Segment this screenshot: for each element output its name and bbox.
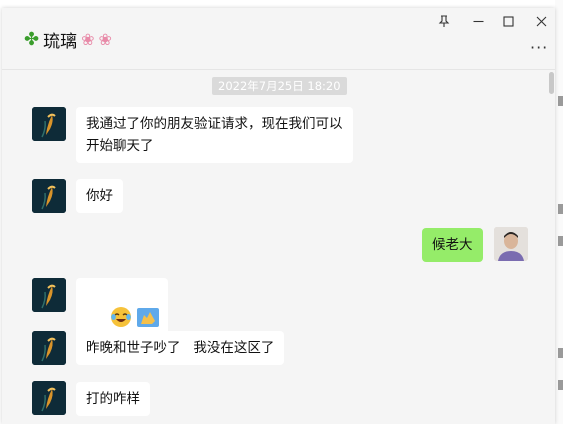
message-timestamp: 2022年7月25日 18:20 <box>212 77 347 95</box>
minimize-icon <box>473 20 483 22</box>
chat-scrollbar[interactable] <box>549 72 554 94</box>
background-text-fragment <box>558 204 563 214</box>
contact-avatar[interactable] <box>32 179 66 213</box>
laughing-crying-face-icon <box>110 307 131 327</box>
contact-name: 琉璃 <box>43 32 78 52</box>
pin-icon[interactable] <box>435 12 453 30</box>
contact-title: ✤ 琉璃 ❀ ❀ <box>24 27 112 52</box>
close-button[interactable] <box>532 12 550 30</box>
message-bubble-incoming[interactable]: 昨晚和世子吵了 我没在这区了 <box>76 331 285 365</box>
contact-avatar[interactable] <box>32 381 66 415</box>
emoji-pair <box>110 307 159 327</box>
background-text-fragment <box>558 380 563 390</box>
message-bubble-incoming[interactable]: 打的咋样 <box>76 382 150 416</box>
more-options-button[interactable]: ··· <box>530 38 548 57</box>
close-icon <box>536 16 546 26</box>
chat-window: ✤ 琉璃 ❀ ❀ ··· 2022年7月25日 18:20 我通过了你的朋友验证… <box>2 8 555 424</box>
maximize-button[interactable] <box>499 12 517 30</box>
cherry-blossom-icon: ❀ <box>81 30 95 49</box>
pin-icon-graphic <box>438 14 450 27</box>
background-text-fragment <box>558 96 563 106</box>
lily-flower-icon <box>32 278 66 312</box>
four-leaf-clover-icon: ✤ <box>24 29 40 50</box>
lily-flower-icon <box>32 331 66 365</box>
lily-flower-icon <box>32 179 66 213</box>
lily-flower-icon <box>32 381 66 415</box>
background-text-fragment <box>558 236 563 246</box>
message-bubble-outgoing[interactable]: 候老大 <box>422 228 483 262</box>
message-bubble-incoming[interactable]: 你好 <box>76 179 123 213</box>
chat-header: ✤ 琉璃 ❀ ❀ ··· <box>2 8 555 70</box>
background-window-edge <box>555 0 563 424</box>
my-avatar[interactable] <box>494 227 528 261</box>
thumbs-up-hand-icon <box>136 308 159 327</box>
minimize-button[interactable] <box>469 12 487 30</box>
contact-avatar[interactable] <box>32 278 66 312</box>
background-text-fragment <box>558 348 563 358</box>
cherry-blossom-icon: ❀ <box>98 30 112 49</box>
contact-avatar[interactable] <box>32 331 66 365</box>
contact-avatar[interactable] <box>32 107 66 141</box>
message-bubble-incoming[interactable]: 我通过了你的朋友验证请求，现在我们可以 开始聊天了 <box>76 107 353 163</box>
maximize-icon <box>502 15 514 27</box>
message-list[interactable]: 2022年7月25日 18:20 我通过了你的朋友验证请求，现在我们可以 开始聊… <box>2 70 555 424</box>
lily-flower-icon <box>32 107 66 141</box>
user-photo-icon <box>494 227 528 261</box>
